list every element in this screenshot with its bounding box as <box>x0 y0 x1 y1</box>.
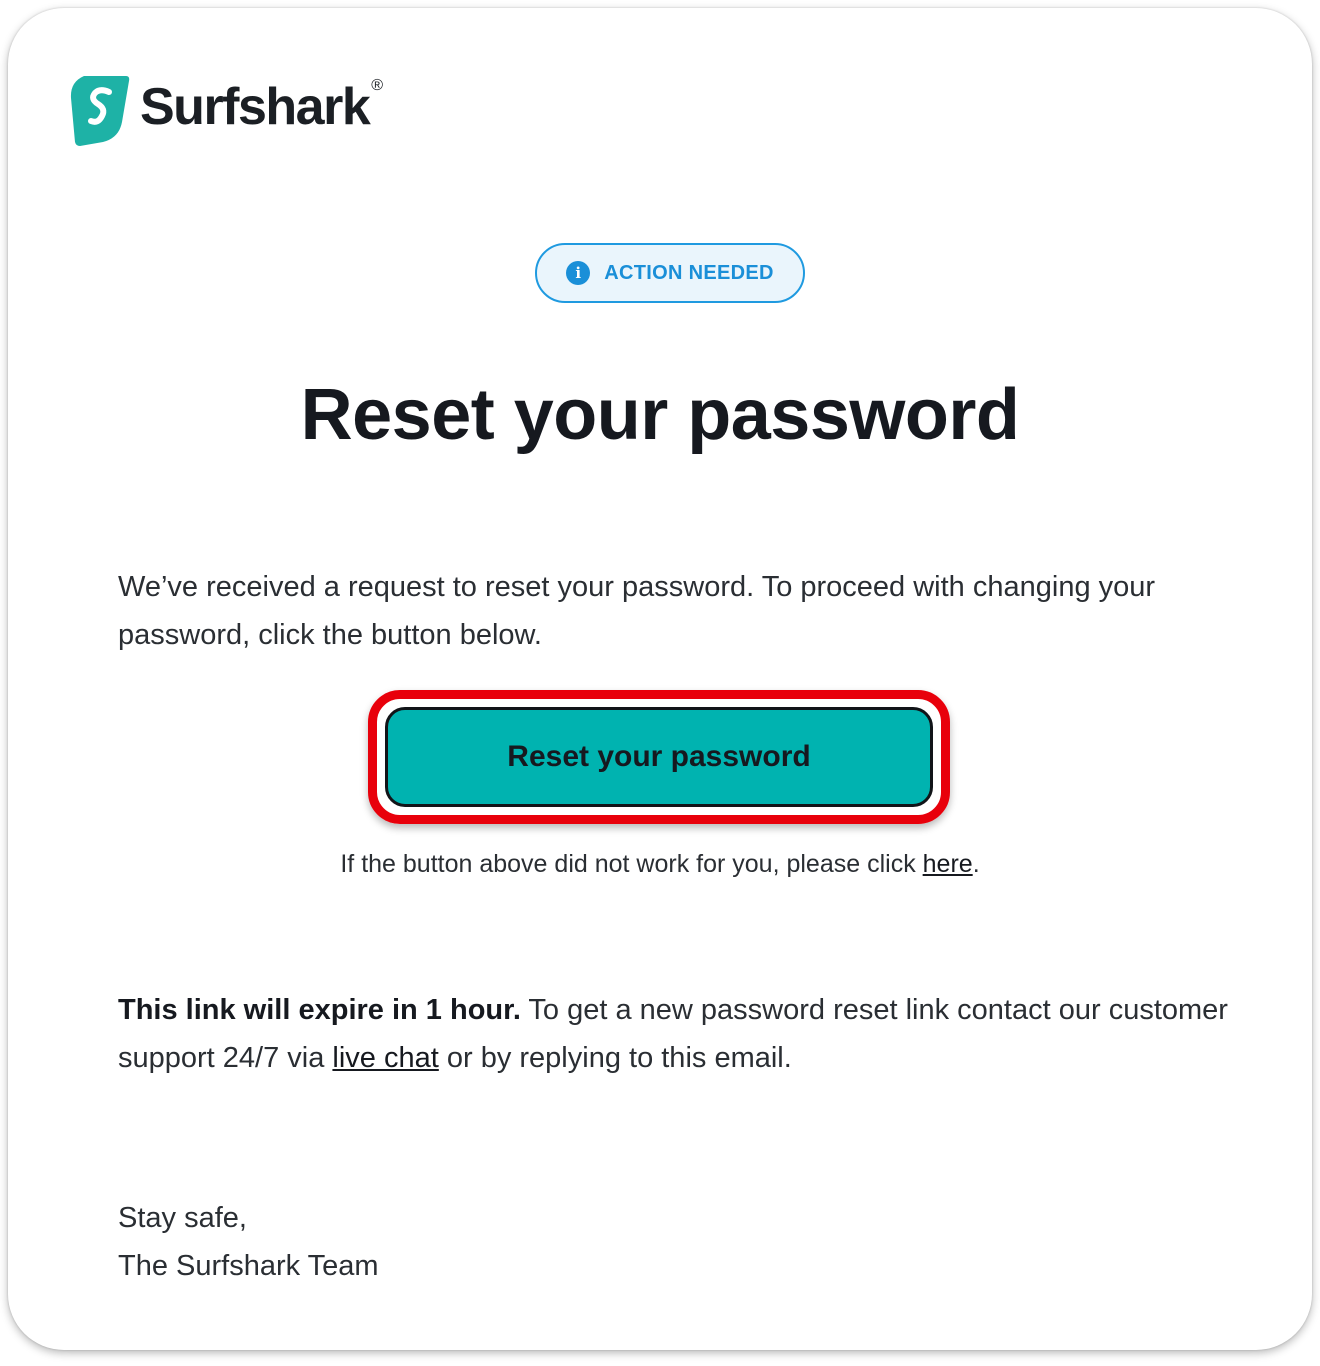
live-chat-link[interactable]: live chat <box>332 1042 438 1074</box>
badge-label: ACTION NEEDED <box>604 261 774 284</box>
signoff-line2: The Surfshark Team <box>118 1250 379 1282</box>
page-title: Reset your password <box>300 375 1020 455</box>
here-link[interactable]: here <box>923 850 973 878</box>
fallback-text: If the button above did not work for you… <box>8 850 1312 879</box>
info-icon: i <box>566 261 591 285</box>
expiry-text: This link will expire in 1 hour. To get … <box>118 986 1228 1082</box>
brand-name: Surfshark <box>140 78 371 136</box>
action-needed-badge: i ACTION NEEDED <box>535 243 805 303</box>
expiry-text-after-link: or by replying to this email. <box>438 1042 792 1074</box>
expiry-bold: This link will expire in 1 hour. <box>118 994 521 1026</box>
signoff: Stay safe, The Surfshark Team <box>118 1194 379 1290</box>
registered-mark: ® <box>371 77 384 94</box>
brand-logo: Surfshark ® <box>70 74 383 146</box>
intro-text: We’ve received a request to reset your p… <box>118 571 1156 651</box>
fallback-suffix: . <box>972 850 980 878</box>
reset-password-button[interactable]: Reset your password <box>385 707 933 807</box>
surfshark-logo-icon <box>70 76 130 146</box>
signoff-line1: Stay safe, <box>118 1202 247 1234</box>
fallback-prefix: If the button above did not work for you… <box>340 850 923 878</box>
email-card: Surfshark ® i ACTION NEEDED Reset your p… <box>8 8 1312 1350</box>
